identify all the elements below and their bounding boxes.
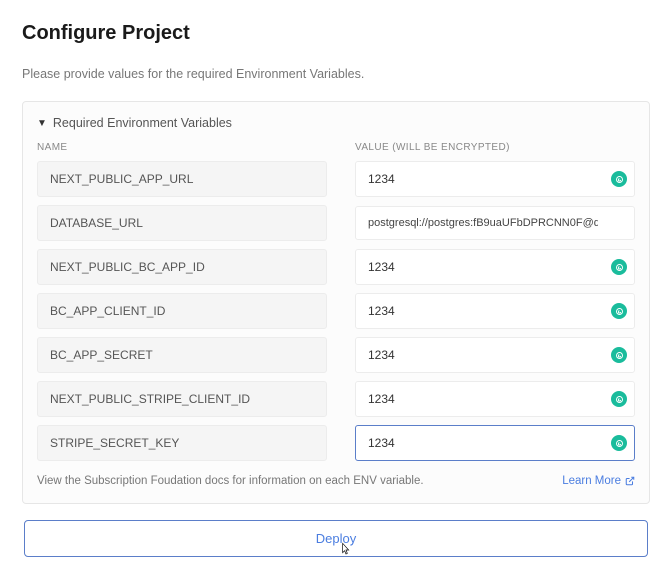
columns-header: NAME VALUE (WILL BE ENCRYPTED) <box>37 142 635 153</box>
env-row: NEXT_PUBLIC_BC_APP_ID <box>37 249 635 285</box>
env-name-cell: DATABASE_URL <box>37 205 327 241</box>
panel-footer: View the Subscription Foudation docs for… <box>37 475 635 487</box>
env-name-cell: NEXT_PUBLIC_STRIPE_CLIENT_ID <box>37 381 327 417</box>
env-value-wrap <box>355 249 635 285</box>
footer-note-text: View the Subscription Foudation docs for… <box>37 475 424 487</box>
learn-more-label: Learn More <box>562 475 621 487</box>
learn-more-link[interactable]: Learn More <box>562 475 635 487</box>
env-value-input[interactable] <box>355 381 635 417</box>
env-row: STRIPE_SECRET_KEY <box>37 425 635 461</box>
section-title: Required Environment Variables <box>53 116 232 130</box>
env-value-wrap <box>355 206 635 240</box>
configure-project-panel: Configure Project Please provide values … <box>0 0 672 585</box>
env-value-input[interactable] <box>355 337 635 373</box>
instructions-text: Please provide values for the required E… <box>22 67 650 81</box>
page-title: Configure Project <box>22 22 650 45</box>
encrypted-badge-icon <box>611 259 627 275</box>
env-value-wrap <box>355 293 635 329</box>
external-link-icon <box>625 476 635 486</box>
env-name-cell: NEXT_PUBLIC_BC_APP_ID <box>37 249 327 285</box>
env-row: DATABASE_URL <box>37 205 635 241</box>
encrypted-badge-icon <box>611 303 627 319</box>
env-value-input[interactable] <box>355 249 635 285</box>
env-rows: NEXT_PUBLIC_APP_URL DATABASE_URL NEXT_PUBL… <box>37 161 635 461</box>
env-value-input[interactable] <box>355 425 635 461</box>
env-row: BC_APP_CLIENT_ID <box>37 293 635 329</box>
encrypted-badge-icon <box>611 171 627 187</box>
caret-down-icon: ▼ <box>37 118 47 129</box>
env-name-cell: STRIPE_SECRET_KEY <box>37 425 327 461</box>
cursor-pointer-icon <box>336 541 352 559</box>
env-name-cell: BC_APP_SECRET <box>37 337 327 373</box>
encrypted-badge-icon <box>611 435 627 451</box>
col-header-value: VALUE (WILL BE ENCRYPTED) <box>327 142 635 153</box>
encrypted-badge-icon <box>611 347 627 363</box>
encrypted-badge-icon <box>611 391 627 407</box>
env-value-wrap <box>355 161 635 197</box>
env-row: NEXT_PUBLIC_STRIPE_CLIENT_ID <box>37 381 635 417</box>
deploy-wrap: Deploy <box>22 520 650 557</box>
env-name-cell: BC_APP_CLIENT_ID <box>37 293 327 329</box>
section-toggle[interactable]: ▼ Required Environment Variables <box>37 116 635 130</box>
env-value-wrap <box>355 337 635 373</box>
env-row: BC_APP_SECRET <box>37 337 635 373</box>
env-value-input[interactable] <box>355 206 635 240</box>
env-name-cell: NEXT_PUBLIC_APP_URL <box>37 161 327 197</box>
env-value-input[interactable] <box>355 293 635 329</box>
env-row: NEXT_PUBLIC_APP_URL <box>37 161 635 197</box>
env-value-wrap <box>355 425 635 461</box>
col-header-name: NAME <box>37 142 327 153</box>
env-vars-panel: ▼ Required Environment Variables NAME VA… <box>22 101 650 504</box>
env-value-wrap <box>355 381 635 417</box>
env-value-input[interactable] <box>355 161 635 197</box>
